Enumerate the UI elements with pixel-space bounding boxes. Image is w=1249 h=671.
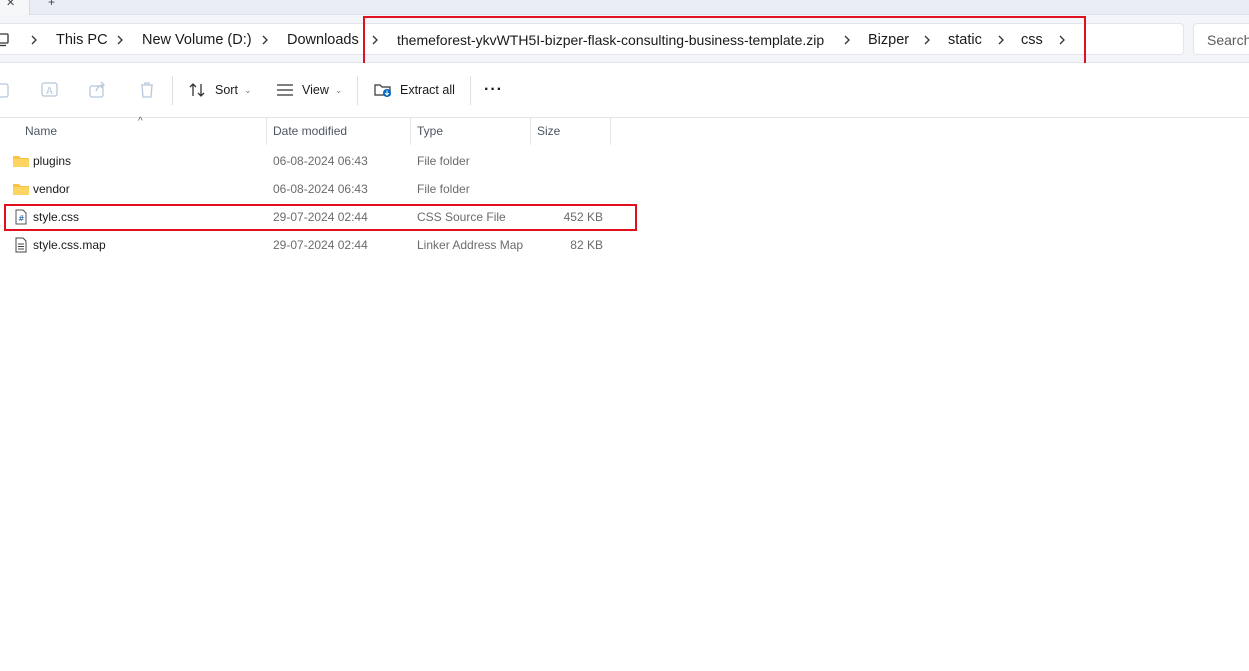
sort-button[interactable]: Sort ⌄ (189, 77, 251, 103)
new-tab-icon[interactable]: + (48, 0, 55, 9)
extract-all-button[interactable]: Extract all (374, 77, 455, 103)
folder-icon (13, 184, 29, 195)
view-label: View (302, 83, 329, 97)
column-type[interactable]: Type (417, 118, 443, 145)
close-tab-icon[interactable]: ✕ (6, 0, 15, 9)
toolbar-divider (470, 76, 471, 105)
rename-icon[interactable]: A (40, 80, 60, 100)
extract-icon (374, 84, 391, 97)
file-type: Linker Address Map (417, 238, 524, 252)
column-size[interactable]: Size (537, 118, 560, 145)
column-date-modified[interactable]: Date modified (273, 118, 347, 145)
column-header: Name Date modified Type Size (0, 118, 1249, 145)
sort-label: Sort (215, 83, 238, 97)
sort-icon (189, 83, 205, 97)
search-placeholder: Search (1207, 32, 1249, 48)
file-type: File folder (417, 182, 470, 196)
file-name: vendor (33, 182, 70, 196)
file-date: 06-08-2024 06:43 (273, 182, 368, 196)
view-icon (277, 84, 293, 96)
extract-all-label: Extract all (400, 83, 455, 97)
column-name[interactable]: Name (25, 118, 57, 145)
column-divider[interactable] (410, 118, 411, 145)
delete-icon[interactable] (137, 80, 157, 100)
toolbar-divider (172, 76, 173, 105)
file-date: 06-08-2024 06:43 (273, 154, 368, 168)
breadcrumb-downloads[interactable]: Downloads (287, 24, 359, 56)
command-bar: A Sort ⌄ View ⌄ Extract all ··· (0, 63, 1249, 118)
tab-strip: ✕ + (0, 0, 1249, 15)
toolbar-divider (357, 76, 358, 105)
breadcrumb-this-pc[interactable]: This PC (56, 24, 108, 56)
copy-icon[interactable] (0, 80, 16, 100)
file-name: plugins (33, 154, 72, 168)
breadcrumb-separator-icon[interactable] (259, 24, 271, 56)
tab-active[interactable]: ✕ (0, 0, 30, 15)
more-options-button[interactable]: ··· (484, 81, 503, 99)
document-icon (15, 237, 27, 253)
file-row-highlight (4, 204, 637, 231)
file-row[interactable]: vendor 06-08-2024 06:43 File folder (0, 175, 640, 203)
column-divider[interactable] (266, 118, 267, 145)
chevron-down-icon: ⌄ (243, 84, 252, 95)
breadcrumb-new-volume[interactable]: New Volume (D:) (142, 24, 252, 56)
chevron-down-icon: ⌄ (334, 84, 343, 95)
file-row[interactable]: style.css.map 29-07-2024 02:44 Linker Ad… (0, 231, 640, 259)
view-button[interactable]: View ⌄ (276, 77, 342, 103)
file-size: 82 KB (570, 238, 603, 252)
file-type: File folder (417, 154, 470, 168)
pc-icon[interactable] (0, 33, 10, 47)
file-date: 29-07-2024 02:44 (273, 238, 368, 252)
breadcrumb-separator-icon[interactable] (28, 24, 40, 56)
file-row[interactable]: plugins 06-08-2024 06:43 File folder (0, 147, 640, 175)
folder-icon (13, 156, 29, 167)
share-icon[interactable] (88, 80, 108, 100)
svg-text:A: A (46, 86, 53, 97)
file-size (533, 147, 603, 175)
file-name: style.css.map (33, 238, 106, 252)
breadcrumb-highlight (363, 16, 1086, 68)
breadcrumb-separator-icon[interactable] (114, 24, 126, 56)
column-divider[interactable] (610, 118, 611, 145)
column-divider[interactable] (530, 118, 531, 145)
file-size (533, 175, 603, 203)
search-input[interactable]: Search (1193, 23, 1249, 55)
